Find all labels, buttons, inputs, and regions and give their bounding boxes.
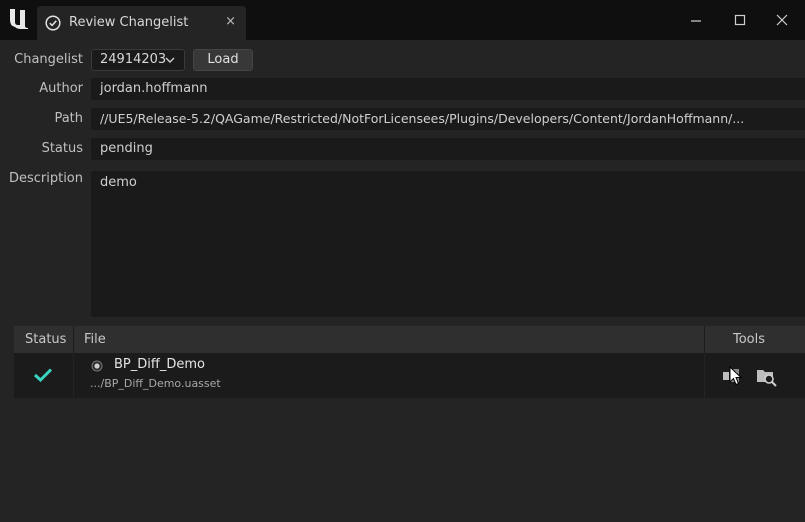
file-table-header: Status File Tools — [14, 326, 805, 353]
maximize-button[interactable] — [725, 8, 755, 32]
check-circle-icon — [45, 15, 61, 31]
maximize-icon — [734, 14, 746, 26]
column-header-file[interactable]: File — [84, 332, 106, 347]
author-field[interactable]: jordan.hoffmann — [91, 78, 805, 100]
changelist-label: Changelist — [14, 52, 83, 67]
close-icon — [776, 14, 788, 26]
file-path: .../BP_Diff_Demo.uasset — [90, 377, 221, 390]
changelist-dropdown[interactable]: 24914203 — [91, 49, 185, 71]
row-divider — [73, 353, 74, 398]
column-divider[interactable] — [704, 326, 705, 353]
description-label: Description — [8, 171, 83, 186]
table-row[interactable]: BP_Diff_Demo .../BP_Diff_Demo.uasset — [14, 353, 805, 398]
review-changelist-panel: Changelist 24914203 Load Author jordan.h… — [0, 40, 805, 522]
status-field[interactable]: pending — [91, 138, 805, 160]
tab-close-icon[interactable]: × — [225, 14, 236, 29]
file-name: BP_Diff_Demo — [114, 357, 205, 372]
column-divider[interactable] — [73, 326, 74, 353]
description-field[interactable]: demo — [91, 171, 805, 317]
author-label: Author — [39, 81, 83, 96]
tab-title: Review Changelist — [69, 15, 189, 30]
chevron-down-icon — [165, 57, 175, 63]
unreal-logo-icon[interactable] — [4, 3, 34, 33]
status-label: Status — [41, 141, 83, 156]
minimize-button[interactable] — [681, 8, 711, 32]
row-divider — [704, 353, 705, 398]
path-field[interactable]: //UE5/Release-5.2/QAGame/Restricted/NotF… — [91, 108, 805, 130]
title-bar: Review Changelist × — [0, 0, 805, 40]
find-in-content-browser-icon[interactable] — [755, 365, 777, 387]
tab-review-changelist[interactable]: Review Changelist × — [37, 6, 246, 40]
path-label: Path — [54, 111, 83, 126]
radio-dot-icon — [91, 360, 103, 372]
changelist-value: 24914203 — [100, 52, 167, 67]
minimize-icon — [691, 20, 701, 22]
column-header-tools[interactable]: Tools — [733, 332, 765, 347]
mouse-cursor-icon — [729, 366, 743, 386]
close-window-button[interactable] — [767, 8, 797, 32]
check-icon — [33, 368, 53, 383]
column-header-status[interactable]: Status — [25, 332, 66, 347]
load-button[interactable]: Load — [193, 49, 253, 71]
